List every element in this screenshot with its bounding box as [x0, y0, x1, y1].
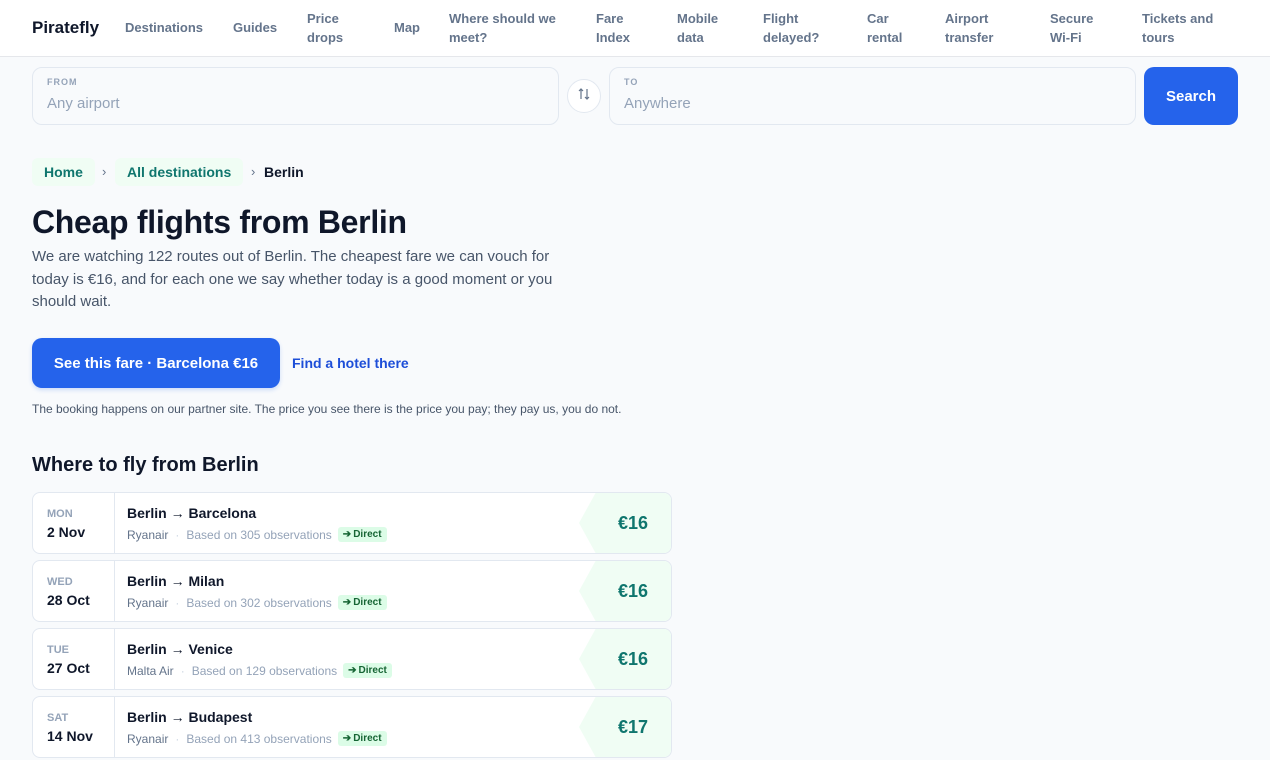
route-date-value: 14 Nov	[47, 728, 93, 744]
route-meta: Ryanair · Based on 305 observations ➔ Di…	[127, 527, 387, 542]
search-button[interactable]: Search	[1144, 67, 1238, 125]
route-destination: Venice	[188, 641, 233, 657]
nav-airport-transfer[interactable]: Airport transfer	[945, 9, 1015, 47]
route-origin: Berlin	[127, 573, 167, 589]
intro-text: We are watching 122 routes out of Berlin…	[32, 248, 553, 310]
nav-secure-wifi[interactable]: Secure Wi-Fi	[1050, 9, 1110, 47]
route-date: WED 28 Oct	[33, 561, 115, 621]
route-observations: Based on 302 observations	[186, 595, 332, 610]
route-destination: Barcelona	[188, 505, 257, 521]
section-title: Where to fly from Berlin	[32, 454, 259, 476]
route-airline: Malta Air	[127, 663, 174, 678]
route-airline: Ryanair	[127, 527, 169, 542]
route-day: TUE	[47, 644, 69, 656]
route-date: SAT 14 Nov	[33, 697, 115, 757]
route-meta: Ryanair · Based on 302 observations ➔ Di…	[127, 595, 387, 610]
route-day: WED	[47, 576, 73, 588]
breadcrumb-separator: ›	[251, 164, 256, 179]
route-date: MON 2 Nov	[33, 493, 115, 553]
direct-badge: ➔ Direct	[337, 731, 387, 746]
nav-car-rental[interactable]: Car rental	[867, 9, 917, 47]
route-destination: Milan	[188, 573, 225, 589]
route-card[interactable]: MON 2 Nov Berlin → Barcelona Ryanair · B…	[32, 492, 672, 554]
nav-guides[interactable]: Guides	[233, 18, 277, 37]
meta-separator: ·	[175, 595, 180, 610]
breadcrumb-separator: ›	[102, 164, 107, 179]
nav-price-drops[interactable]: Price drops	[307, 9, 367, 47]
nav-fare-index[interactable]: Fare Index	[596, 9, 646, 47]
route-title: Berlin → Milan	[127, 573, 224, 589]
route-card[interactable]: WED 28 Oct Berlin → Milan Ryanair · Base…	[32, 560, 672, 622]
booking-disclaimer: The booking happens on our partner site.…	[32, 402, 622, 416]
route-day: MON	[47, 508, 73, 520]
breadcrumb-home[interactable]: Home	[32, 158, 95, 186]
nav-destinations[interactable]: Destinations	[125, 18, 203, 37]
route-meta: Ryanair · Based on 413 observations ➔ Di…	[127, 731, 387, 746]
direct-arrow-icon: ➔	[348, 665, 357, 676]
route-title: Berlin → Venice	[127, 641, 233, 657]
arrow-right-icon: →	[170, 709, 185, 725]
route-price: €16	[617, 648, 649, 669]
route-origin: Berlin	[127, 709, 167, 725]
arrow-right-icon: →	[170, 573, 185, 589]
route-airline: Ryanair	[127, 731, 169, 746]
from-label: FROM	[47, 77, 78, 87]
route-destination: Budapest	[188, 709, 253, 725]
route-observations: Based on 413 observations	[186, 731, 332, 746]
to-label: TO	[624, 77, 639, 87]
route-price: €16	[617, 512, 649, 533]
meta-separator: ·	[180, 663, 185, 678]
nav-tickets-and-tours[interactable]: Tickets and tours	[1142, 9, 1242, 47]
direct-arrow-icon: ➔	[342, 597, 352, 608]
route-date: TUE 27 Oct	[33, 629, 115, 689]
route-title: Berlin → Budapest	[127, 709, 252, 725]
swap-arrows-icon	[578, 87, 590, 105]
arrow-right-icon: →	[170, 641, 185, 657]
route-day: SAT	[47, 712, 69, 724]
route-date-value: 28 Oct	[47, 592, 90, 608]
direct-badge: ➔ Direct	[337, 527, 387, 542]
from-field[interactable]: FROM	[32, 67, 559, 125]
route-date-value: 2 Nov	[47, 524, 86, 540]
direct-badge-label: Direct	[353, 733, 382, 744]
swap-button[interactable]	[567, 79, 601, 113]
nav-map[interactable]: Map	[394, 18, 420, 37]
to-field[interactable]: TO	[609, 67, 1136, 125]
from-input[interactable]	[47, 95, 527, 112]
route-observations: Based on 305 observations	[186, 527, 332, 542]
route-date-value: 27 Oct	[47, 660, 90, 676]
breadcrumb-current: Berlin	[264, 164, 304, 180]
route-card[interactable]: SAT 14 Nov Berlin → Budapest Ryanair · B…	[32, 696, 672, 758]
breadcrumb-all-destinations[interactable]: All destinations	[115, 158, 244, 186]
meta-separator: ·	[175, 527, 180, 542]
route-title: Berlin → Barcelona	[127, 505, 256, 521]
route-meta: Malta Air · Based on 129 observations ➔ …	[127, 663, 392, 678]
arrow-right-icon: →	[170, 505, 185, 521]
direct-badge: ➔ Direct	[343, 663, 392, 678]
nav-where-should-we-meet[interactable]: Where should we meet?	[449, 9, 569, 47]
direct-arrow-icon: ➔	[342, 733, 352, 744]
brand-logo[interactable]: Piratefly	[32, 18, 99, 38]
nav-flight-delayed[interactable]: Flight delayed?	[763, 9, 833, 47]
direct-badge-label: Direct	[353, 529, 382, 540]
meta-separator: ·	[175, 731, 180, 746]
direct-badge: ➔ Direct	[337, 595, 387, 610]
see-fare-button[interactable]: See this fare · Barcelona €16	[32, 338, 280, 388]
route-price: €16	[617, 580, 649, 601]
route-price: €17	[617, 716, 649, 737]
direct-badge-label: Direct	[353, 597, 382, 608]
top-navigation: Piratefly Destinations Guides Price drop…	[0, 0, 1270, 57]
route-origin: Berlin	[127, 641, 167, 657]
route-airline: Ryanair	[127, 595, 169, 610]
route-origin: Berlin	[127, 505, 167, 521]
route-card[interactable]: TUE 27 Oct Berlin → Venice Malta Air · B…	[32, 628, 672, 690]
find-hotel-link[interactable]: Find a hotel there	[292, 355, 409, 371]
route-observations: Based on 129 observations	[191, 663, 338, 678]
nav-mobile-data[interactable]: Mobile data	[677, 9, 732, 47]
direct-arrow-icon: ➔	[342, 529, 352, 540]
to-input[interactable]	[624, 95, 1104, 112]
direct-badge-label: Direct	[358, 665, 387, 676]
page-title: Cheap flights from Berlin	[32, 204, 407, 240]
